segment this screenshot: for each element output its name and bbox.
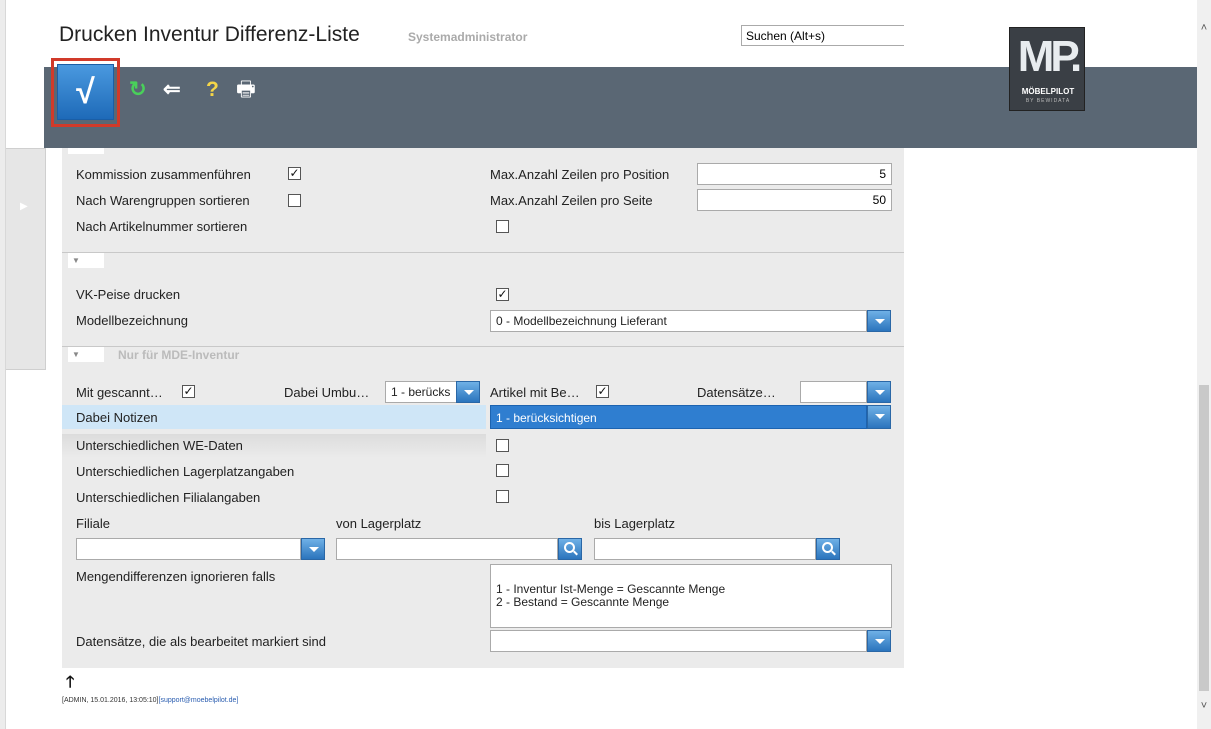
bearbeitet-label: Datensätze, die als bearbeitet markiert … (76, 634, 327, 649)
max-seite-label: Max.Anzahl Zeilen pro Seite (490, 193, 653, 208)
modell-label: Modellbezeichnung (76, 313, 189, 328)
moebelpilot-logo: MP. MÖBELPILOT BY BEWIDATA (1009, 27, 1085, 111)
datensaetze-select[interactable] (800, 381, 867, 403)
vk-checkbox[interactable]: ✓ (496, 288, 509, 301)
scrollbar-thumb[interactable] (1199, 385, 1209, 691)
chevron-down-icon: ▼ (72, 350, 80, 359)
confirm-button[interactable]: √ (57, 64, 114, 120)
max-pos-label: Max.Anzahl Zeilen pro Position (490, 167, 670, 182)
chevron-down-icon: ▼ (72, 256, 80, 265)
page-title: Drucken Inventur Differenz-Liste (59, 23, 360, 46)
chevron-down-icon (875, 390, 885, 395)
chevron-down-icon (875, 319, 885, 324)
max-pos-field[interactable] (697, 163, 892, 185)
support-link[interactable]: [support@moebelpilot.de] (159, 697, 239, 704)
chevron-down-icon (309, 547, 319, 552)
we-daten-checkbox[interactable] (496, 439, 509, 452)
modell-select[interactable]: 0 - Modellbezeichnung Lieferant (490, 310, 867, 332)
kommission-checkbox[interactable]: ✓ (288, 167, 301, 180)
lagerplatz-checkbox[interactable] (496, 464, 509, 477)
chevron-down-icon (875, 414, 885, 419)
scroll-top-icon[interactable]: 🡑 (66, 671, 74, 698)
artikel-checkbox[interactable]: ✓ (596, 385, 609, 398)
notizen-select[interactable]: 1 - berücksichtigen (490, 405, 867, 429)
filialangaben-checkbox[interactable] (496, 490, 509, 503)
artikel-label: Artikel mit Be… (490, 385, 580, 400)
filiale-select[interactable] (76, 538, 301, 560)
chevron-down-icon (464, 390, 474, 395)
modell-dropdown-button[interactable] (867, 310, 891, 332)
datensaetze-label: Datensätze… (697, 385, 776, 400)
bearbeitet-select[interactable] (490, 630, 867, 652)
print-icon[interactable]: 🖶 (236, 78, 256, 102)
back-icon[interactable]: ⇐ (163, 78, 181, 102)
mengen-option-2[interactable]: 2 - Bestand = Gescannte Menge (496, 596, 886, 609)
filialangaben-label: Unterschiedlichen Filialangaben (76, 490, 261, 505)
search-input[interactable] (741, 25, 915, 46)
von-lagerplatz-label: von Lagerplatz (336, 516, 422, 531)
filiale-dropdown-button[interactable] (301, 538, 325, 560)
bis-lagerplatz-search-button[interactable] (816, 538, 840, 560)
datensaetze-dropdown-button[interactable] (867, 381, 891, 403)
warengruppen-label: Nach Warengruppen sortieren (76, 193, 250, 208)
help-icon[interactable]: ? (206, 78, 219, 102)
user-name: Systemadministrator (408, 30, 528, 44)
kommission-label: Kommission zusammenführen (76, 167, 251, 182)
artikelnummer-label: Nach Artikelnummer sortieren (76, 219, 248, 234)
vk-label: VK-Peise drucken (76, 287, 181, 302)
scroll-down-icon[interactable]: ˅ (1197, 700, 1211, 714)
von-lagerplatz-search-button[interactable] (558, 538, 582, 560)
max-seite-field[interactable] (697, 189, 892, 211)
mit-gescannt-label: Mit gescannt… (76, 385, 163, 400)
mengen-label: Mengendifferenzen ignorieren falls (76, 569, 276, 584)
filiale-label: Filiale (76, 516, 110, 531)
mengen-listbox[interactable]: 1 - Inventur Ist-Menge = Gescannte Menge… (490, 564, 892, 628)
mit-gescannt-checkbox[interactable]: ✓ (182, 385, 195, 398)
bis-lagerplatz-input[interactable] (594, 538, 816, 560)
chevron-down-icon (875, 639, 885, 644)
bearbeitet-dropdown-button[interactable] (867, 630, 891, 652)
footer-info: [ADMIN, 15.01.2016, 13:05:10][support@mo… (62, 697, 239, 704)
dabei-umbu-label: Dabei Umbu… (284, 385, 370, 400)
section3-title: Nur für MDE-Inventur (118, 348, 240, 362)
scroll-up-icon[interactable]: ˄ (1197, 22, 1211, 36)
dabei-umbu-select[interactable]: 1 - berücks (385, 381, 457, 403)
side-panel-toggle[interactable]: ▶ (6, 148, 46, 370)
warengruppen-checkbox[interactable] (288, 194, 301, 207)
lagerplatz-label: Unterschiedlichen Lagerplatzangaben (76, 464, 295, 479)
artikelnummer-checkbox[interactable] (496, 220, 509, 233)
refresh-icon[interactable]: ↻ (129, 78, 147, 102)
notizen-dropdown-button[interactable] (867, 405, 891, 429)
bis-lagerplatz-label: bis Lagerplatz (594, 516, 675, 531)
von-lagerplatz-input[interactable] (336, 538, 558, 560)
dabei-umbu-dropdown-button[interactable] (456, 381, 480, 403)
notizen-label: Dabei Notizen (76, 410, 158, 425)
chevron-right-icon: ▶ (20, 201, 28, 212)
we-daten-label: Unterschiedlichen WE-Daten (76, 438, 243, 453)
